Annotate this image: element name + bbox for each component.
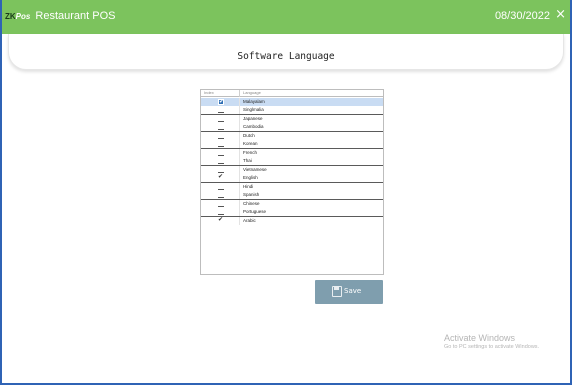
column-divider [239, 199, 240, 208]
table-row[interactable]: Malayalam [201, 97, 383, 106]
table-row[interactable]: Japanese [201, 114, 383, 123]
page-title: Software Language [237, 51, 335, 62]
table-header: Index Language [201, 90, 383, 97]
language-checkbox[interactable] [218, 192, 224, 198]
header-divider [239, 90, 240, 97]
column-divider [239, 165, 240, 174]
column-divider [239, 148, 240, 157]
language-checkbox[interactable] [218, 141, 224, 147]
language-name: Chinese [243, 200, 260, 206]
language-checkbox[interactable] [218, 98, 224, 105]
app-title: Restaurant POS [35, 10, 116, 22]
language-name: Korean [243, 141, 258, 146]
zkpos-logo: ZKPos [5, 12, 31, 21]
table-row[interactable]: Hindi [201, 182, 383, 191]
language-name: Portuguese [243, 209, 267, 214]
column-divider [239, 182, 240, 191]
language-checkbox[interactable] [218, 216, 224, 224]
table-row[interactable]: Singlmalia [201, 106, 383, 115]
save-icon [332, 286, 342, 297]
title-bar: ZKPos Restaurant POS 08/30/2022 × [2, 0, 570, 34]
language-name: Malayalam [243, 98, 265, 104]
watermark-subtitle: Go to PC settings to activate Windows. [444, 344, 540, 350]
language-name: Spanish [243, 192, 260, 197]
table-row[interactable]: Thai [201, 157, 383, 166]
language-table: Index Language Malayalam Singlmalia Japane… [200, 89, 384, 275]
language-checkbox[interactable] [218, 124, 224, 130]
current-date: 08/30/2022 [494, 10, 550, 22]
language-name: Japanese [243, 115, 263, 121]
language-checkbox[interactable] [218, 184, 224, 190]
language-checkbox[interactable] [218, 158, 224, 164]
table-row[interactable]: French [201, 148, 383, 157]
language-name: Hindi [243, 183, 254, 189]
column-divider [239, 131, 240, 140]
language-checkbox[interactable] [218, 209, 224, 215]
language-checkbox[interactable] [218, 150, 224, 156]
column-divider [239, 97, 240, 106]
app-brand: ZKPos Restaurant POS [5, 10, 116, 22]
page-header: Software Language [8, 34, 564, 70]
language-checkbox[interactable] [218, 201, 224, 207]
table-row[interactable]: Chinese [201, 199, 383, 208]
language-name: Arabic [243, 217, 256, 223]
language-name: Dutch [243, 132, 255, 138]
language-name: English [243, 175, 258, 180]
language-name: Singlmalia [243, 107, 264, 112]
table-row[interactable]: Arabic [201, 216, 383, 225]
language-column-header: Language [243, 90, 261, 95]
table-row[interactable]: Portuguese [201, 208, 383, 217]
language-name: Thai [243, 158, 252, 163]
language-checkbox[interactable] [218, 116, 224, 122]
close-icon[interactable]: × [555, 8, 566, 22]
language-name: French [243, 149, 258, 155]
table-row[interactable]: English [201, 173, 383, 183]
language-checkbox[interactable] [218, 107, 224, 113]
column-divider [239, 216, 240, 225]
index-column-header: Index [204, 90, 214, 95]
table-row[interactable]: Spanish [201, 191, 383, 200]
watermark-title: Activate Windows [444, 333, 516, 343]
table-row[interactable]: Vietnamese [201, 165, 383, 174]
pos-window: ZKPos Restaurant POS 08/30/2022 × Softwa… [0, 0, 572, 385]
save-button-label: Save [344, 287, 362, 295]
language-checkbox[interactable] [218, 173, 224, 181]
save-button[interactable]: Save [315, 280, 383, 304]
language-name: Vietnamese [243, 166, 267, 172]
activate-windows-watermark: Activate Windows Go to PC settings to ac… [444, 333, 539, 350]
table-row[interactable]: Dutch [201, 131, 383, 140]
language-name: Cambodia [243, 124, 264, 129]
table-row[interactable]: Cambodia [201, 123, 383, 132]
table-row[interactable]: Korean [201, 140, 383, 149]
language-checkbox[interactable] [218, 167, 224, 173]
column-divider [239, 114, 240, 123]
language-checkbox[interactable] [218, 133, 224, 139]
